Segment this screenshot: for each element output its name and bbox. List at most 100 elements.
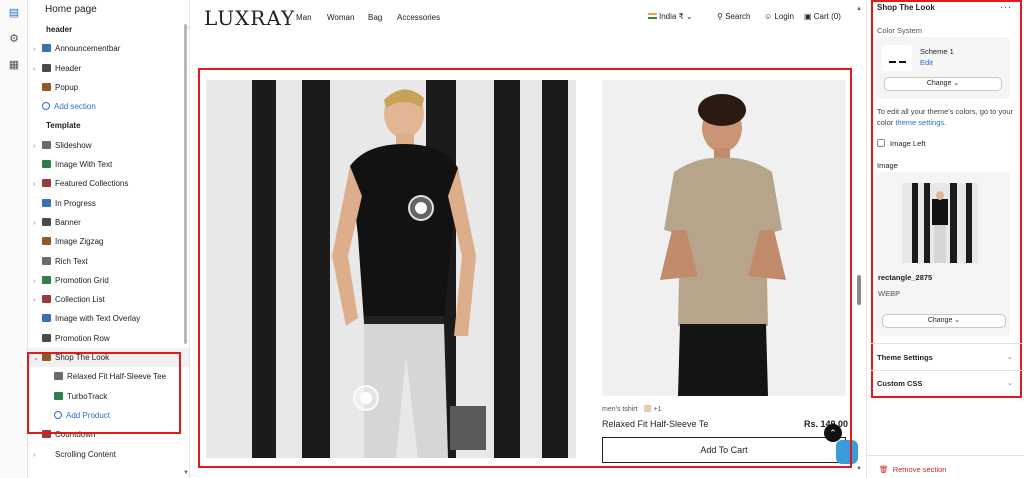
chevron-right-icon[interactable]: › xyxy=(33,272,42,291)
image-left-label: Image Left xyxy=(890,139,926,148)
header-layout-icon xyxy=(42,63,51,72)
image-label: Image xyxy=(877,161,898,170)
divider xyxy=(871,370,1022,371)
user-icon: ☺ xyxy=(764,12,775,21)
sidebar-item-label: Slideshow xyxy=(55,140,92,150)
image-picker-card: rectangle_2875 WEBP Change ⌄ xyxy=(876,172,1010,336)
progress-icon xyxy=(42,198,51,207)
sidebar-item[interactable]: › Scrolling Content xyxy=(28,445,189,464)
sidebar-item[interactable]: › Promotion Grid xyxy=(28,271,189,290)
sidebar-item[interactable]: Popup xyxy=(28,78,189,97)
scroll-up-icon[interactable]: ▲ xyxy=(856,6,862,12)
theme-settings-toggle[interactable]: Theme Settings xyxy=(877,353,933,362)
region-label: India ₹ xyxy=(659,12,684,21)
sidebar-item-label: Popup xyxy=(55,82,79,92)
region-selector[interactable]: India ₹ ⌄ xyxy=(648,12,693,21)
remove-section-label: Remove section xyxy=(892,465,947,474)
sidebar-item[interactable]: › Announcementbar xyxy=(28,39,189,58)
cart-link[interactable]: ▣ Cart (0) xyxy=(804,12,841,21)
chevron-right-icon[interactable]: › xyxy=(33,137,42,156)
scroll-down-icon[interactable]: ▼ xyxy=(183,470,189,476)
login-label: Login xyxy=(774,12,794,21)
section-settings-panel: Shop The Look ··· Color System Scheme 1 … xyxy=(866,0,1024,478)
announcement-bar-icon xyxy=(42,44,51,53)
slideshow-icon xyxy=(42,140,51,149)
chevron-right-icon[interactable]: › xyxy=(33,40,42,59)
sidebar-item-label: Image With Text xyxy=(55,160,113,170)
sidebar-item-label: Collection List xyxy=(55,295,105,305)
sidebar-item-label: Featured Collections xyxy=(55,179,129,189)
sidebar-item-label: Add section xyxy=(54,102,96,112)
trash-icon: 🗑 xyxy=(879,465,889,474)
scheme-name: Scheme 1 xyxy=(920,47,954,56)
image-filename: rectangle_2875 xyxy=(878,273,933,282)
banner-icon xyxy=(42,217,51,226)
chevron-right-icon[interactable]: › xyxy=(33,175,42,194)
theme-note-end: . xyxy=(944,118,947,127)
sidebar-item[interactable]: Rich Text xyxy=(28,252,189,271)
scheme-edit-link[interactable]: Edit xyxy=(920,58,933,67)
sidebar-item[interactable]: Promotion Row xyxy=(28,329,189,348)
login-link[interactable]: ☺ Login xyxy=(764,12,794,21)
nav-bag[interactable]: Bag xyxy=(368,13,382,22)
more-options-icon[interactable]: ··· xyxy=(1000,2,1012,12)
preview-scrollbar[interactable] xyxy=(857,275,861,305)
image-format: WEBP xyxy=(878,289,901,298)
overlay-icon xyxy=(42,314,51,323)
sidebar-item[interactable]: Image Zigzag xyxy=(28,232,189,251)
sections-icon[interactable]: ▤ xyxy=(0,0,28,26)
chevron-right-icon[interactable]: › xyxy=(33,214,42,233)
collections-icon xyxy=(42,179,51,188)
icon-rail: ▤ ⚙ ▦ xyxy=(0,0,28,478)
chevron-right-icon[interactable]: › xyxy=(33,446,42,465)
chevron-down-icon[interactable]: ⌄ xyxy=(1007,353,1013,361)
store-header: LUXRAY Man Woman Bag Accessories India ₹… xyxy=(190,0,856,36)
image-change-button[interactable]: Change ⌄ xyxy=(882,314,1006,328)
section-sidebar: Home page header › Announcementbar › Header P… xyxy=(27,0,190,478)
custom-css-toggle[interactable]: Custom CSS xyxy=(877,379,922,388)
chevron-right-icon[interactable]: › xyxy=(33,60,42,79)
sidebar-item-label: Header xyxy=(55,63,82,73)
divider xyxy=(867,455,1024,456)
chevron-down-icon: ⌄ xyxy=(953,80,960,87)
theme-editor: ▤ ⚙ ▦ Home page header › Announcementbar › H… xyxy=(0,0,1024,478)
store-logo[interactable]: LUXRAY xyxy=(204,6,295,30)
sidebar-item-label: Promotion Grid xyxy=(55,275,109,285)
scheme-preview-icon xyxy=(882,45,912,71)
india-flag-icon xyxy=(648,13,657,19)
sidebar-item-label: Image with Text Overlay xyxy=(55,314,141,324)
apps-grid-icon[interactable]: ▦ xyxy=(0,52,28,78)
change-label: Change xyxy=(926,80,952,87)
sidebar-scrollbar[interactable] xyxy=(184,24,187,344)
nav-woman[interactable]: Woman xyxy=(327,13,354,22)
scheme-change-button[interactable]: Change ⌄ xyxy=(884,77,1002,91)
settings-gear-icon[interactable]: ⚙ xyxy=(0,26,28,52)
chevron-down-icon[interactable]: ⌄ xyxy=(1007,379,1013,387)
selection-highlight xyxy=(27,352,181,434)
sidebar-item[interactable]: › Featured Collections xyxy=(28,174,189,193)
sidebar-item[interactable]: › Collection List xyxy=(28,290,189,309)
theme-settings-link[interactable]: theme settings xyxy=(895,118,944,127)
add-item-button[interactable]: Add section xyxy=(28,97,189,116)
sidebar-item-label: In Progress xyxy=(55,198,96,208)
sidebar-item-label: Announcementbar xyxy=(55,44,121,54)
image-left-checkbox[interactable] xyxy=(877,139,885,147)
sidebar-item-label: Rich Text xyxy=(55,256,88,266)
nav-man[interactable]: Man xyxy=(296,13,312,22)
sidebar-item[interactable]: › Banner xyxy=(28,213,189,232)
image-thumbnail[interactable] xyxy=(902,183,978,263)
sidebar-item[interactable]: Image with Text Overlay xyxy=(28,309,189,328)
sidebar-item[interactable]: › Header xyxy=(28,59,189,78)
color-scheme-card: Scheme 1 Edit Change ⌄ xyxy=(876,37,1010,99)
search-link[interactable]: ⚲ Search xyxy=(717,12,750,21)
chevron-right-icon[interactable]: › xyxy=(33,291,42,310)
sidebar-item[interactable]: › Slideshow xyxy=(28,136,189,155)
section-highlight xyxy=(198,68,852,468)
sidebar-item[interactable]: In Progress xyxy=(28,194,189,213)
scroll-down-icon[interactable]: ▼ xyxy=(856,466,862,472)
sidebar-item-label: Image Zigzag xyxy=(55,237,104,247)
zigzag-icon xyxy=(42,237,51,246)
remove-section-button[interactable]: 🗑 Remove section xyxy=(879,465,946,474)
sidebar-item[interactable]: Image With Text xyxy=(28,155,189,174)
nav-accessories[interactable]: Accessories xyxy=(397,13,440,22)
